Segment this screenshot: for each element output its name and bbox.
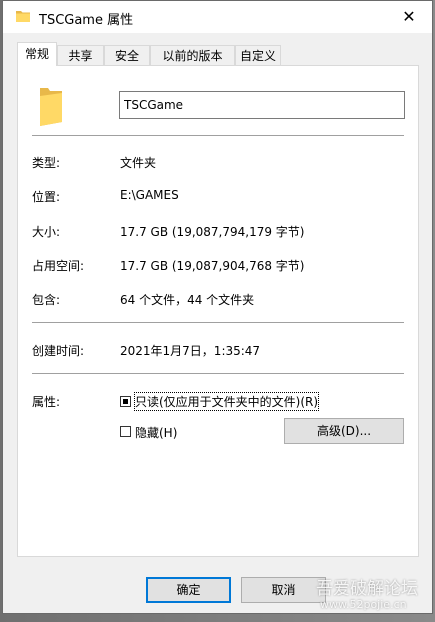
tab-sharing[interactable]: 共享 (57, 45, 104, 65)
properties-dialog: TSCGame 属性 ✕ 常规 共享 安全 以前的版本 自定义 类型: 文件夹 … (2, 0, 433, 614)
tab-security[interactable]: 安全 (104, 45, 150, 65)
close-icon: ✕ (402, 7, 416, 26)
hidden-checkbox[interactable] (120, 426, 131, 437)
ok-button[interactable]: 确定 (146, 577, 231, 603)
size-on-disk-value: 17.7 GB (19,087,904,768 字节) (120, 259, 305, 273)
attributes-label: 属性: (32, 395, 61, 409)
created-value: 2021年1月7日，1:35:47 (120, 344, 261, 358)
folder-name-input[interactable] (119, 91, 405, 119)
location-value: E:\GAMES (120, 188, 179, 202)
window-title: TSCGame 属性 (39, 13, 134, 28)
contains-value: 64 个文件，44 个文件夹 (120, 293, 255, 307)
size-label: 大小: (32, 225, 61, 239)
advanced-button[interactable]: 高级(D)... (284, 418, 404, 444)
divider (32, 373, 404, 374)
divider (32, 322, 404, 323)
general-panel: 类型: 文件夹 位置: E:\GAMES 大小: 17.7 GB (19,087… (17, 65, 419, 557)
location-label: 位置: (32, 190, 61, 204)
watermark-text: 吾爱破解论坛 (316, 579, 418, 599)
tab-customize[interactable]: 自定义 (235, 45, 281, 65)
folder-icon (40, 88, 62, 126)
tab-general[interactable]: 常规 (17, 42, 57, 66)
tab-previous-versions[interactable]: 以前的版本 (150, 45, 235, 65)
hidden-label[interactable]: 隐藏(H) (135, 424, 177, 441)
divider (32, 135, 404, 136)
readonly-checkbox[interactable] (120, 396, 131, 407)
size-value: 17.7 GB (19,087,794,179 字节) (120, 225, 305, 239)
readonly-label[interactable]: 只读(仅应用于文件夹中的文件)(R) (133, 392, 320, 411)
created-label: 创建时间: (32, 344, 85, 358)
folder-icon (16, 11, 30, 22)
close-button[interactable]: ✕ (386, 1, 432, 33)
contains-label: 包含: (32, 293, 61, 307)
title-bar[interactable]: TSCGame 属性 ✕ (3, 1, 432, 33)
watermark-url: www.52pojie.cn (320, 598, 407, 611)
size-on-disk-label: 占用空间: (32, 259, 85, 273)
type-label: 类型: (32, 156, 61, 170)
type-value: 文件夹 (120, 156, 157, 170)
watermark: 吾爱破解论坛 www.52pojie.cn (312, 570, 435, 622)
